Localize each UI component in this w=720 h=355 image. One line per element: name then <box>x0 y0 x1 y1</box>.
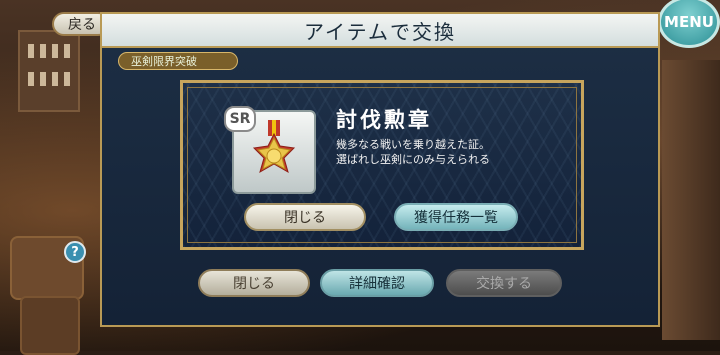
popup-close-button[interactable]: 閉じる <box>244 203 366 231</box>
barrel-stool-lower <box>20 296 80 355</box>
item-description-line-2: 選ばれし巫剣にのみ与えられる <box>336 153 490 166</box>
dialog-close-label: 閉じる <box>233 276 275 292</box>
category-tab-label: 巫剣限界突破 <box>131 55 197 68</box>
wall-key-rack <box>18 30 80 112</box>
rarity-badge: SR <box>224 106 256 132</box>
popup-close-label: 閉じる <box>284 210 326 226</box>
quest-list-label: 獲得任務一覧 <box>414 210 498 226</box>
item-description-line-1: 幾多なる戦いを乗り越えた証。 <box>336 138 490 151</box>
exchange-button-disabled: 交換する <box>446 269 562 297</box>
item-description: 幾多なる戦いを乗り越えた証。 選ばれし巫剣にのみ与えられる <box>336 137 490 167</box>
menu-label: MENU <box>664 13 714 31</box>
item-name: 討伐勲章 <box>336 108 432 132</box>
rarity-label: SR <box>229 111 251 127</box>
details-label: 詳細確認 <box>349 276 405 292</box>
details-button[interactable]: 詳細確認 <box>320 269 434 297</box>
back-label: 戻る <box>68 17 96 33</box>
help-button[interactable]: ? <box>64 241 86 263</box>
help-icon: ? <box>71 244 79 260</box>
exchange-label: 交換する <box>476 276 532 292</box>
exchange-dialog-title: アイテムで交換 <box>304 19 456 44</box>
dialog-close-button[interactable]: 閉じる <box>198 269 310 297</box>
quest-list-button[interactable]: 獲得任務一覧 <box>394 203 518 231</box>
category-tab-limit-break[interactable]: 巫剣限界突破 <box>118 52 238 70</box>
background-furniture <box>662 60 720 340</box>
exchange-dialog-header: アイテムで交換 <box>102 14 658 48</box>
